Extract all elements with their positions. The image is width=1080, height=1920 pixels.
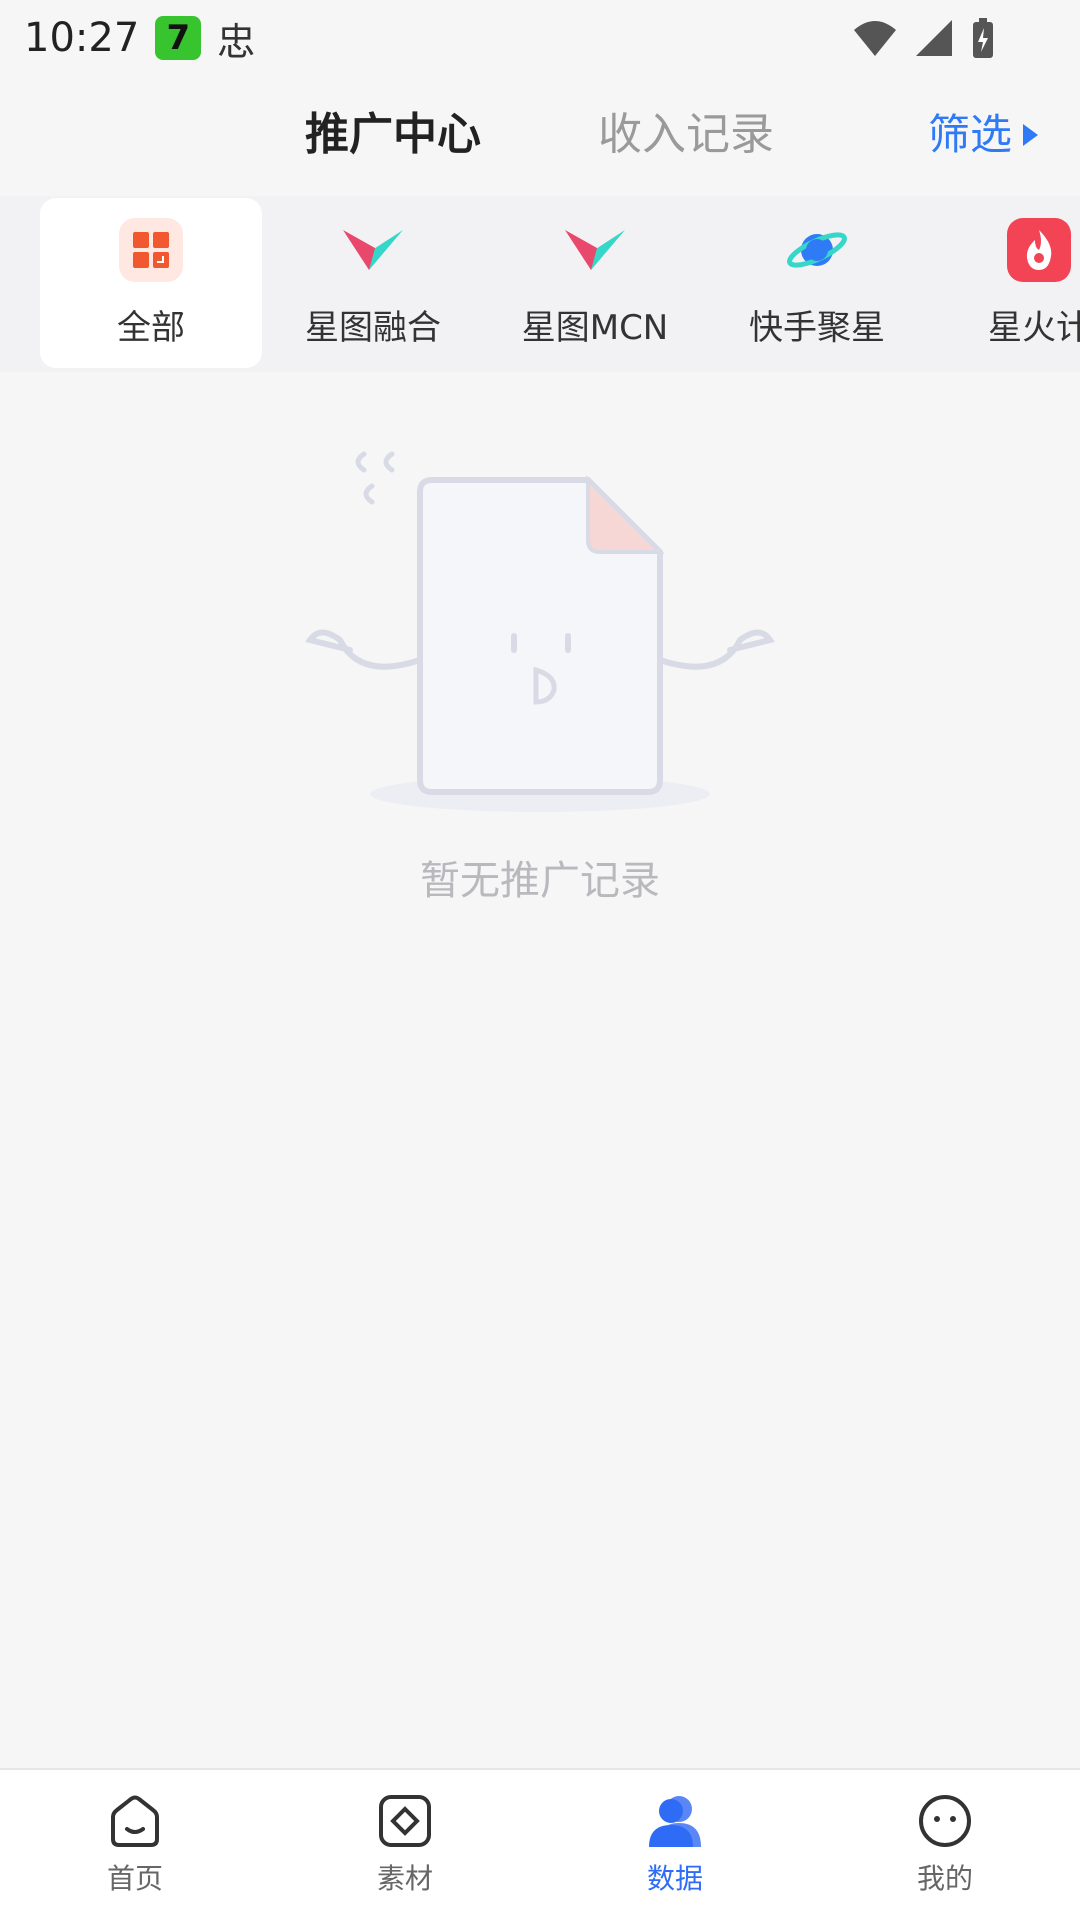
category-label: 星图MCN xyxy=(521,307,669,348)
app-badge: 7 xyxy=(155,16,202,60)
category-label: 全部 xyxy=(117,307,185,348)
empty-state-text: 暂无推广记录 xyxy=(420,858,660,904)
status-bar: 10:27 7 忠 xyxy=(0,0,1080,76)
data-user-icon xyxy=(649,1796,701,1847)
grid-icon xyxy=(119,217,183,282)
filter-button[interactable]: 筛选 xyxy=(928,90,1040,180)
xingtu-logo-icon xyxy=(563,218,627,282)
category-xinghuo[interactable]: 星火计 xyxy=(928,198,1080,368)
nav-label: 数据 xyxy=(646,1862,703,1895)
nav-label: 首页 xyxy=(106,1862,163,1895)
battery-charging-icon xyxy=(973,18,993,58)
nav-material[interactable]: 素材 xyxy=(295,1793,515,1897)
home-icon xyxy=(111,1795,159,1847)
category-xingtu-mcn[interactable]: 星图MCN xyxy=(484,198,706,368)
tab-income-records[interactable]: 收入记录 xyxy=(598,90,774,180)
category-row: 全部 星图融合 星图MCN 快手聚星 星火计 xyxy=(0,196,1080,372)
triangle-right-icon xyxy=(1023,124,1038,146)
app-icon-2: 忠 xyxy=(217,19,256,64)
category-label: 星图融合 xyxy=(305,307,441,348)
empty-document-icon xyxy=(300,440,780,820)
nav-profile[interactable]: 我的 xyxy=(835,1793,1055,1897)
signal-icon xyxy=(916,20,952,56)
xingtu-logo-icon xyxy=(341,218,405,282)
category-all[interactable]: 全部 xyxy=(40,198,262,368)
flame-icon xyxy=(1007,217,1071,282)
nav-label: 我的 xyxy=(916,1862,973,1895)
category-xingtu-fusion[interactable]: 星图融合 xyxy=(262,198,484,368)
status-left: 10:27 7 忠 xyxy=(24,11,255,66)
material-icon xyxy=(379,1795,431,1847)
nav-label: 素材 xyxy=(376,1862,433,1895)
bottom-nav: 首页 素材 数据 我的 xyxy=(0,1768,1080,1920)
top-tabs: 推广中心 收入记录 筛选 xyxy=(0,90,1080,180)
nav-home[interactable]: 首页 xyxy=(25,1793,245,1897)
category-label: 快手聚星 xyxy=(749,307,885,348)
status-right xyxy=(852,16,996,60)
wifi-icon xyxy=(854,21,896,56)
category-kuaishou-juxing[interactable]: 快手聚星 xyxy=(706,198,928,368)
filter-label: 筛选 xyxy=(927,110,1012,159)
app-root: 10:27 7 忠 推广中心 收入记录 筛选 全部 星图融合 星图MCN 快手聚… xyxy=(0,0,1080,1920)
tab-promotion-center[interactable]: 推广中心 xyxy=(305,90,481,180)
status-time: 10:27 xyxy=(24,15,140,61)
planet-icon xyxy=(785,218,849,282)
category-label: 星火计 xyxy=(988,307,1080,348)
nav-data[interactable]: 数据 xyxy=(565,1793,785,1897)
profile-icon xyxy=(919,1795,971,1847)
